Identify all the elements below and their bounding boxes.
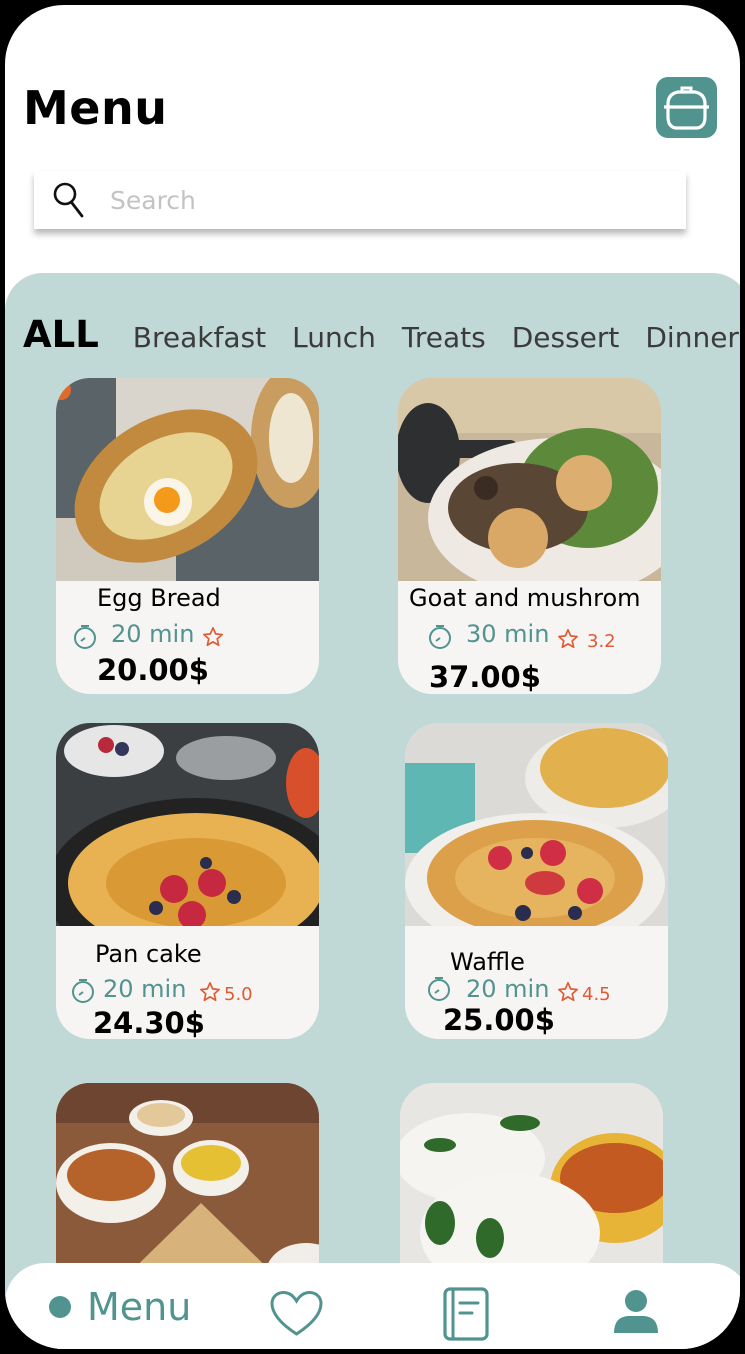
- timer-icon: [72, 979, 94, 1003]
- timer-icon: [74, 625, 96, 649]
- active-indicator-dot: [49, 1296, 71, 1318]
- nav-menu-label: Menu: [87, 1285, 192, 1329]
- tab-lunch[interactable]: Lunch: [292, 321, 376, 354]
- food-card-pancake[interactable]: Pan cake 20 min 5.0 24.30$: [56, 723, 319, 1039]
- timer-icon: [429, 625, 451, 649]
- egg-bread-photo: [56, 378, 319, 581]
- food-name: Goat and mushrom: [409, 584, 641, 612]
- search-bar: [34, 171, 686, 229]
- phone-frame: Menu ALL Breakfast Lunch Treats Dessert …: [0, 0, 745, 1354]
- tab-breakfast[interactable]: Breakfast: [133, 321, 266, 354]
- nav-item-menu[interactable]: Menu: [49, 1285, 191, 1329]
- waffle-photo: [405, 723, 668, 926]
- star-icon: [558, 629, 578, 649]
- cook-time: 20 min: [111, 620, 195, 648]
- price: 37.00$: [429, 660, 541, 694]
- food-name: Egg Bread: [97, 584, 221, 612]
- rating-value: 5.0: [224, 984, 253, 1005]
- tab-all[interactable]: ALL: [23, 313, 99, 356]
- recipe-book-icon[interactable]: [442, 1287, 490, 1341]
- food-name: Pan cake: [95, 940, 202, 968]
- price: 24.30$: [93, 1006, 205, 1039]
- pancake-photo: [56, 723, 319, 926]
- star-icon: [203, 627, 223, 647]
- heart-icon[interactable]: [269, 1290, 324, 1338]
- page-title: Menu: [23, 81, 168, 135]
- food-card-egg-bread[interactable]: Egg Bread 20 min 20.00$: [56, 378, 319, 694]
- cook-time: 30 min: [466, 620, 550, 648]
- dosa-sambar-photo: [56, 1083, 319, 1286]
- tab-dessert[interactable]: Dessert: [512, 321, 620, 354]
- bottom-navigation: Menu: [5, 1263, 740, 1349]
- menu-content: ALL Breakfast Lunch Treats Dessert Dinne…: [5, 273, 740, 1349]
- cook-time: 20 min: [103, 975, 187, 1003]
- tab-treats[interactable]: Treats: [402, 321, 486, 354]
- cooking-pot-button[interactable]: [656, 77, 717, 138]
- food-card-goat-mushroom[interactable]: Goat and mushrom 30 min 3.2 37.00$: [398, 378, 661, 694]
- search-icon: [53, 182, 84, 218]
- rating-value: 4.5: [582, 984, 611, 1005]
- food-name: Waffle: [450, 948, 525, 976]
- cooking-pot-icon: [664, 86, 709, 130]
- timer-icon: [428, 977, 450, 1001]
- category-tabs: ALL Breakfast Lunch Treats Dessert Dinne…: [23, 313, 740, 356]
- price: 25.00$: [443, 1003, 555, 1037]
- price: 20.00$: [97, 653, 209, 687]
- star-icon: [200, 982, 220, 1002]
- food-card-waffle[interactable]: Waffle 20 min 4.5 25.00$: [405, 723, 668, 1039]
- rating-value: 3.2: [587, 631, 616, 652]
- idli-sambar-photo: [400, 1083, 663, 1286]
- search-input[interactable]: [108, 184, 652, 216]
- star-icon: [558, 982, 578, 1002]
- user-icon[interactable]: [612, 1287, 660, 1335]
- cook-time: 20 min: [466, 975, 550, 1003]
- goat-mushroom-salad-photo: [398, 378, 661, 581]
- tab-dinner[interactable]: Dinner: [645, 321, 739, 354]
